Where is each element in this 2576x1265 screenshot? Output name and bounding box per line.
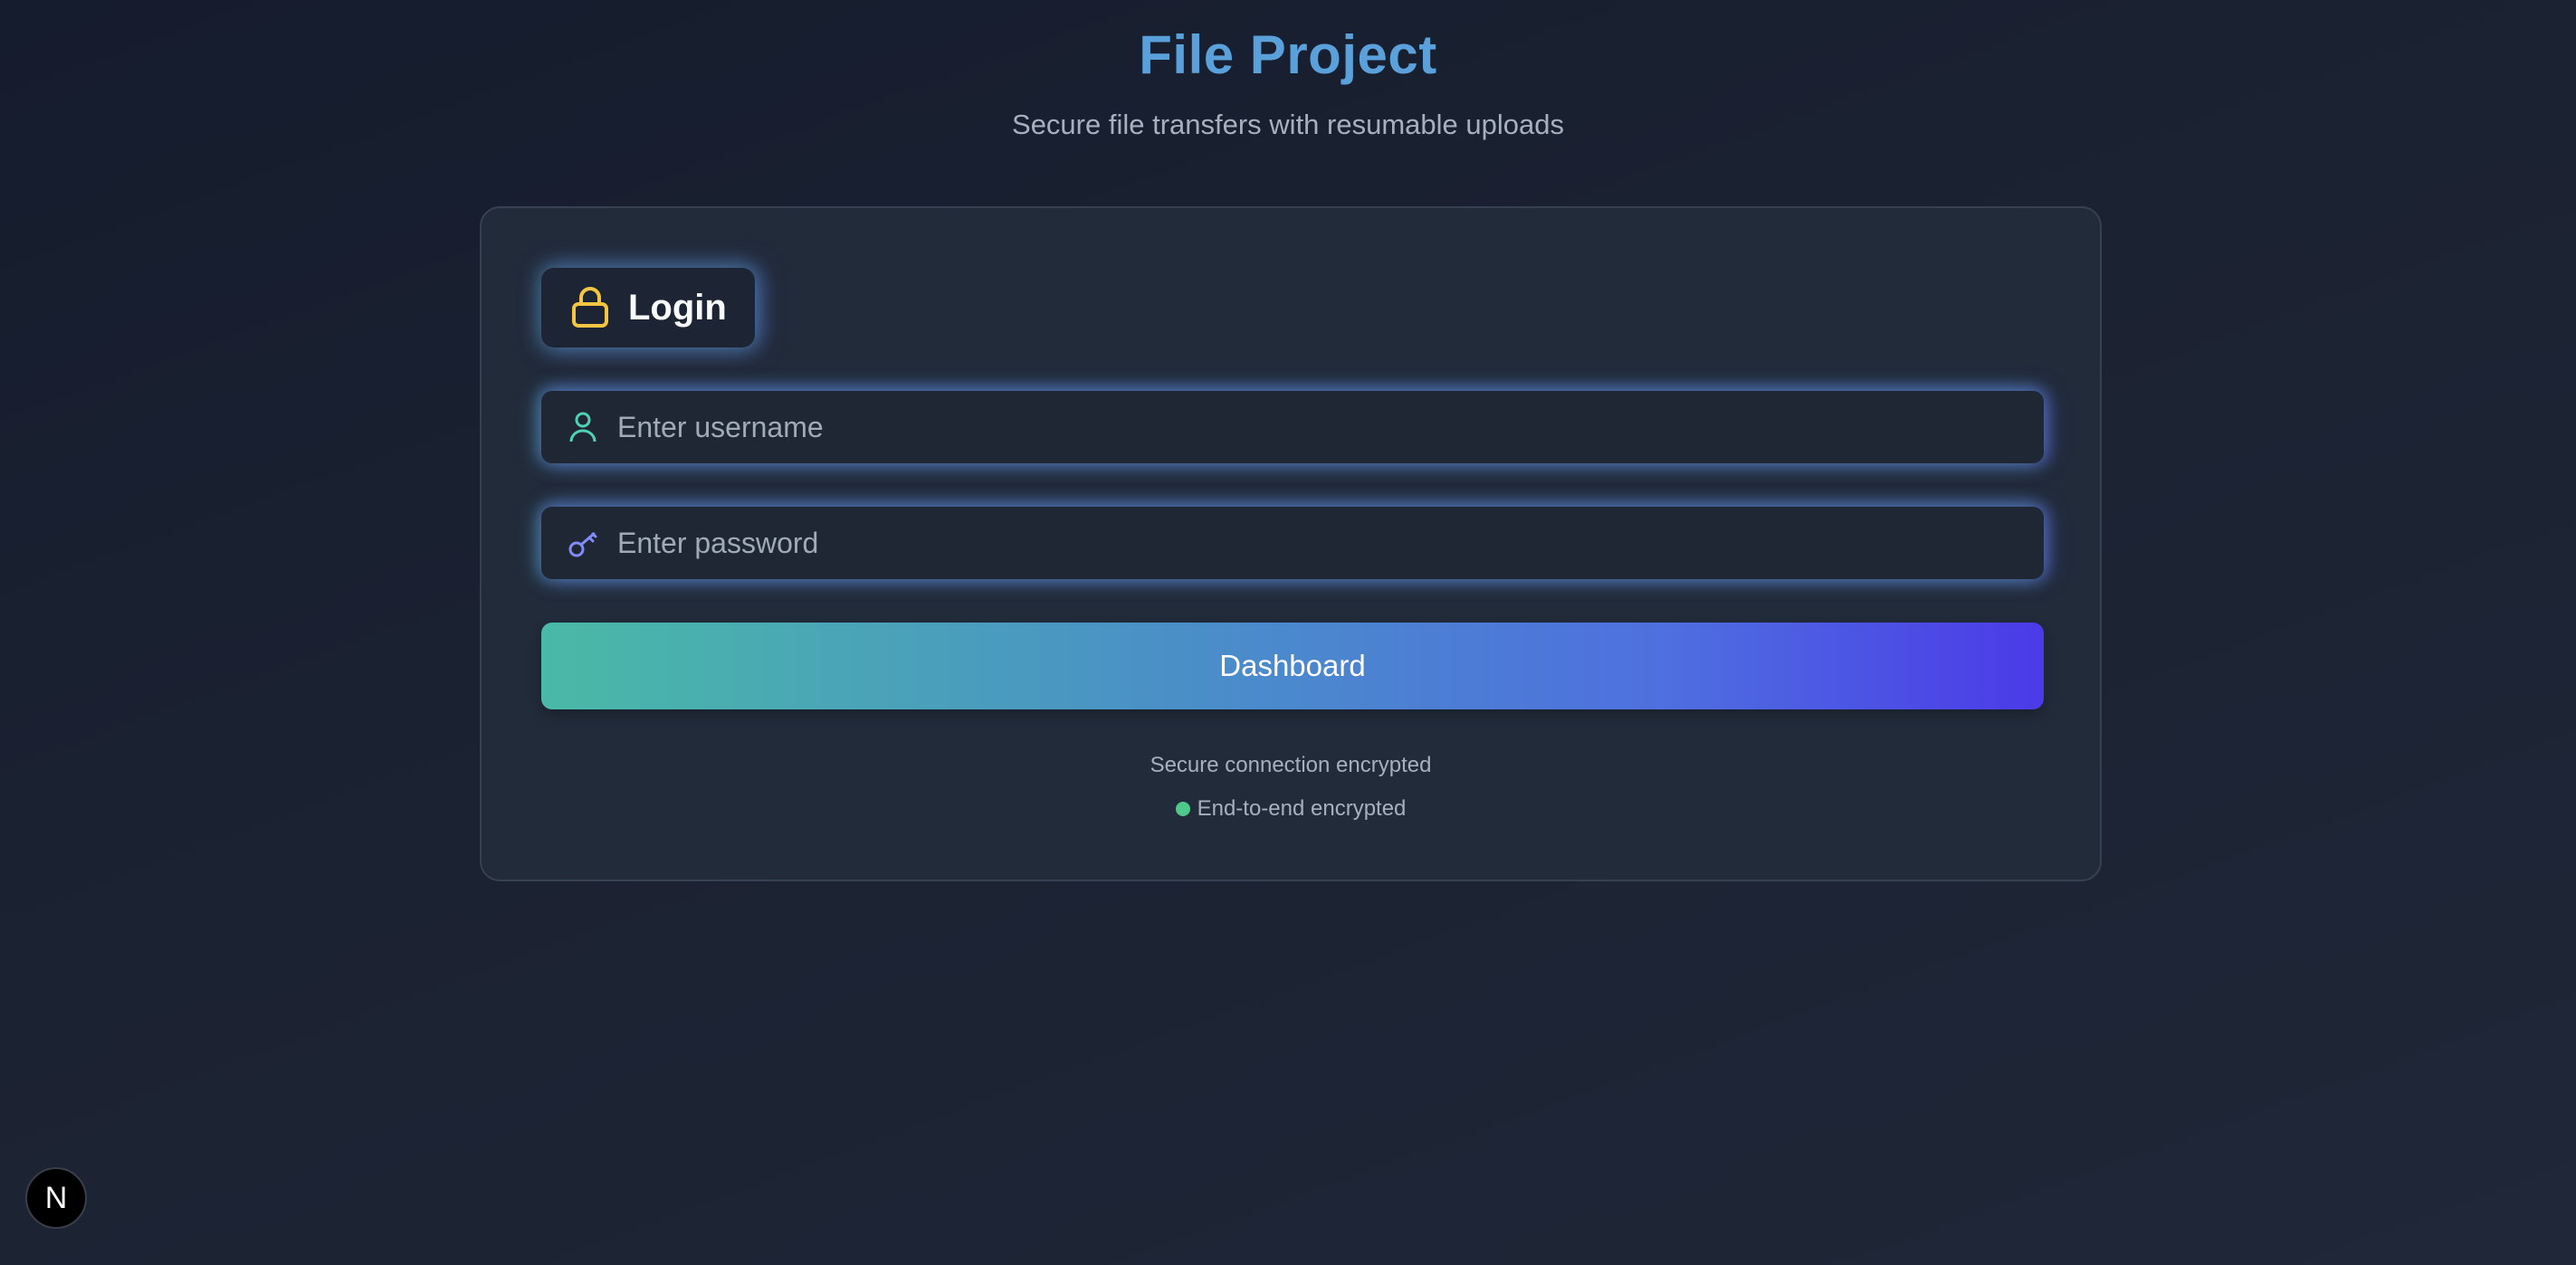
dashboard-button[interactable]: Dashboard bbox=[541, 623, 2044, 709]
login-card: Login Dashboard Secure connection encryp… bbox=[480, 206, 2102, 881]
password-field[interactable] bbox=[541, 507, 2044, 579]
username-field[interactable] bbox=[541, 391, 2044, 463]
secure-connection-note: Secure connection encrypted bbox=[1150, 753, 1432, 777]
user-icon bbox=[569, 412, 596, 442]
encryption-status-label: End-to-end encrypted bbox=[1197, 796, 1407, 821]
app-subtitle: Secure file transfers with resumable upl… bbox=[1012, 109, 1564, 140]
login-badge: Login bbox=[541, 268, 755, 347]
status-dot-icon bbox=[1175, 802, 1190, 816]
encryption-status: End-to-end encrypted bbox=[482, 796, 2100, 822]
dev-tools-badge[interactable]: N bbox=[25, 1167, 87, 1229]
password-input[interactable] bbox=[617, 526, 2044, 560]
login-badge-label: Login bbox=[628, 287, 727, 328]
app-title: File Project bbox=[1139, 24, 1437, 85]
username-input[interactable] bbox=[617, 410, 2044, 444]
key-icon bbox=[568, 532, 597, 557]
lock-icon bbox=[572, 287, 608, 328]
